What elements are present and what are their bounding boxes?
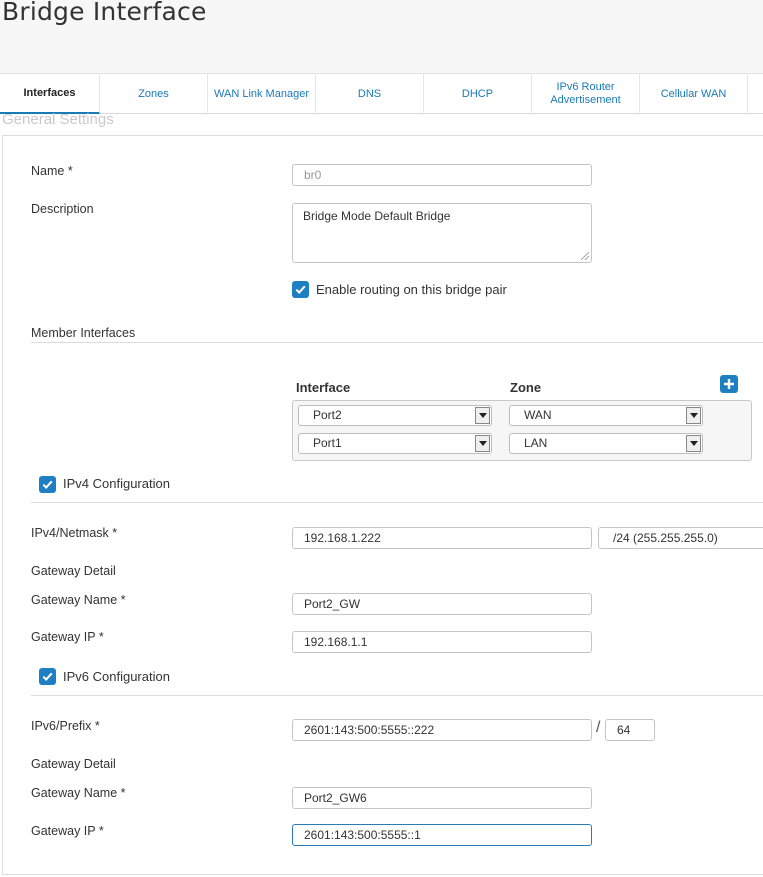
prefix-separator: / bbox=[596, 719, 601, 736]
ipv4-configuration-label: IPv4 Configuration bbox=[63, 476, 170, 491]
member-zone-select-2[interactable]: LAN bbox=[509, 433, 703, 454]
chevron-down-icon[interactable] bbox=[475, 407, 490, 424]
tab-ipv6-router-advertisement[interactable]: IPv6 Router Advertisement bbox=[532, 74, 640, 114]
section-title-general: General Settings bbox=[2, 111, 114, 128]
plus-icon bbox=[724, 379, 734, 389]
page-title: Bridge Interface bbox=[2, 0, 207, 26]
ipv4-gateway-ip-label: Gateway IP * bbox=[31, 630, 104, 644]
member-interface-select-1[interactable]: Port2 bbox=[298, 405, 492, 426]
ipv4-address-field[interactable]: 192.168.1.222 bbox=[292, 527, 592, 549]
ipv6-gateway-name-field[interactable]: Port2_GW6 bbox=[292, 787, 592, 809]
ipv4-gateway-name-label: Gateway Name * bbox=[31, 593, 126, 607]
ipv6-gateway-detail-label: Gateway Detail bbox=[31, 757, 116, 771]
add-member-button[interactable] bbox=[720, 375, 738, 393]
tab-bar: Interfaces Zones WAN Link Manager DNS DH… bbox=[0, 74, 763, 114]
ipv6-configuration-label: IPv6 Configuration bbox=[63, 669, 170, 684]
enable-routing-label: Enable routing on this bridge pair bbox=[316, 282, 507, 297]
ipv4-netmask-select[interactable]: /24 (255.255.255.0) bbox=[598, 527, 763, 549]
tab-cellular-wan[interactable]: Cellular WAN bbox=[640, 74, 748, 114]
name-label: Name * bbox=[31, 164, 73, 178]
description-text: Bridge Mode Default Bridge bbox=[303, 209, 451, 223]
ipv6-prefix-label: IPv6/Prefix * bbox=[31, 719, 100, 733]
chevron-down-icon[interactable] bbox=[475, 435, 490, 452]
divider bbox=[31, 502, 763, 503]
select-value: LAN bbox=[524, 436, 548, 450]
interface-column-header: Interface bbox=[296, 380, 351, 395]
ipv6-gateway-name-label: Gateway Name * bbox=[31, 786, 126, 800]
select-value: WAN bbox=[524, 408, 552, 422]
enable-routing-checkbox[interactable] bbox=[292, 281, 309, 298]
chevron-down-icon[interactable] bbox=[686, 435, 701, 452]
ipv6-configuration-checkbox[interactable] bbox=[39, 668, 56, 685]
checkmark-icon bbox=[42, 480, 53, 489]
chevron-down-icon[interactable] bbox=[686, 407, 701, 424]
ipv6-gateway-ip-label: Gateway IP * bbox=[31, 824, 104, 838]
ipv4-gateway-detail-label: Gateway Detail bbox=[31, 564, 116, 578]
select-value: Port2 bbox=[313, 408, 342, 422]
checkmark-icon bbox=[42, 672, 53, 681]
select-value: Port1 bbox=[313, 436, 342, 450]
ipv4-configuration-checkbox[interactable] bbox=[39, 476, 56, 493]
zone-column-header: Zone bbox=[510, 380, 542, 395]
member-interface-select-2[interactable]: Port1 bbox=[298, 433, 492, 454]
ipv6-address-field[interactable]: 2601:143:500:5555::222 bbox=[292, 719, 592, 741]
member-interfaces-title: Member Interfaces bbox=[31, 326, 136, 340]
divider bbox=[31, 342, 763, 343]
tab-interfaces[interactable]: Interfaces bbox=[0, 74, 100, 114]
ipv6-prefix-field[interactable]: 64 bbox=[605, 719, 655, 741]
ipv4-gateway-ip-field[interactable]: 192.168.1.1 bbox=[292, 631, 592, 653]
divider bbox=[31, 695, 763, 696]
member-zone-select-1[interactable]: WAN bbox=[509, 405, 703, 426]
tab-dns[interactable]: DNS bbox=[316, 74, 424, 114]
tab-zones[interactable]: Zones bbox=[100, 74, 208, 114]
description-field[interactable]: Bridge Mode Default Bridge bbox=[292, 203, 592, 263]
tab-dhcp[interactable]: DHCP bbox=[424, 74, 532, 114]
ipv6-gateway-ip-field[interactable]: 2601:143:500:5555::1 bbox=[292, 824, 592, 846]
tab-wan-link-manager[interactable]: WAN Link Manager bbox=[208, 74, 316, 114]
name-field[interactable]: br0 bbox=[292, 164, 592, 186]
resize-grip-icon[interactable] bbox=[581, 252, 589, 260]
page-header: Bridge Interface bbox=[0, 0, 763, 74]
ipv4-gateway-name-field[interactable]: Port2_GW bbox=[292, 593, 592, 615]
checkmark-icon bbox=[295, 285, 306, 294]
description-label: Description bbox=[31, 202, 94, 216]
ipv4-netmask-label: IPv4/Netmask * bbox=[31, 526, 118, 540]
